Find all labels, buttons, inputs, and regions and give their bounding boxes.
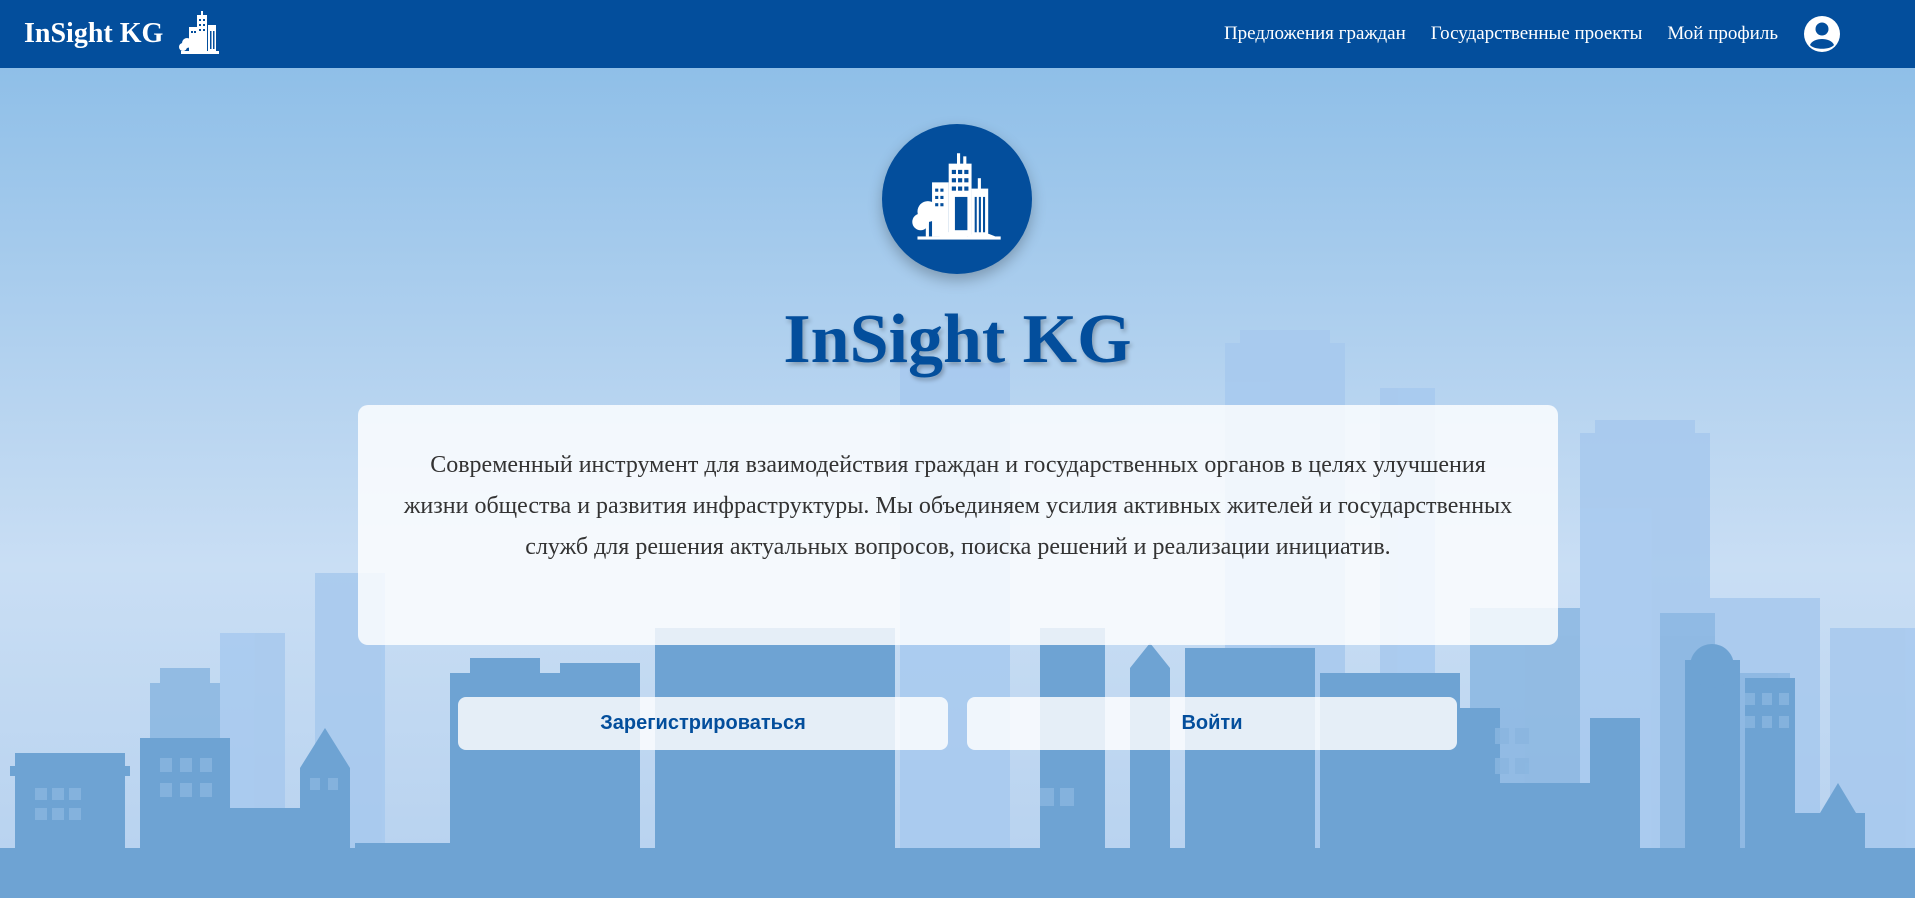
nav-link-citizen-proposals[interactable]: Предложения граждан <box>1224 23 1406 45</box>
brand[interactable]: InSight KG <box>24 9 225 59</box>
user-circle-icon[interactable] <box>1803 15 1841 53</box>
top-navbar: InSight KG Предложения граждан Государст <box>0 0 1915 68</box>
city-buildings-icon <box>179 11 220 54</box>
description-text: Современный инструмент для взаимодействи… <box>403 452 1513 560</box>
register-button[interactable]: Зарегистрироваться <box>458 697 948 750</box>
brand-title[interactable]: InSight KG <box>24 18 163 50</box>
nav-links: Предложения граждан Государственные прое… <box>1224 15 1841 53</box>
nav-link-government-projects[interactable]: Государственные проекты <box>1431 23 1643 45</box>
hero-section: InSight KG Современный инструмент для вз… <box>0 68 1915 898</box>
nav-link-my-profile[interactable]: Мой профиль <box>1667 23 1778 45</box>
hero-title: InSight KG <box>783 301 1132 378</box>
city-buildings-icon <box>912 153 1001 240</box>
description-card: Современный инструмент для взаимодействи… <box>358 405 1558 645</box>
center-logo <box>882 124 1032 274</box>
login-button[interactable]: Войти <box>967 697 1457 750</box>
